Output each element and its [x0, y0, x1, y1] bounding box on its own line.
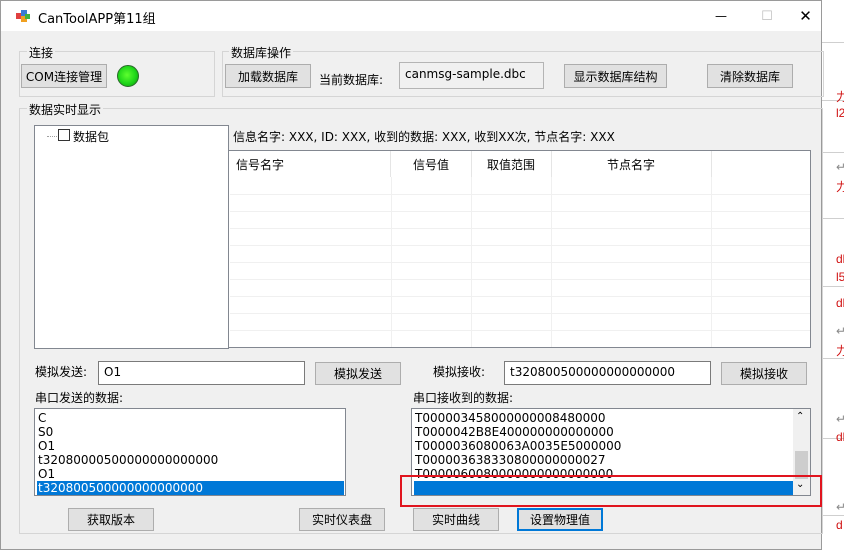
app-window: CanToolAPP第11组 — ☐ ✕ 连接 COM连接管理 数据库操作 加载… [0, 0, 824, 550]
get-version-button[interactable]: 获取版本 [68, 508, 154, 531]
bg-mark: 力 [836, 90, 844, 104]
simulate-send-input[interactable]: O1 [98, 361, 305, 385]
bg-mark: d [836, 518, 843, 532]
minimize-button[interactable]: — [698, 1, 744, 31]
connect-group-label: 连接 [27, 44, 56, 61]
list-item[interactable]: O1 [37, 467, 55, 481]
bg-mark: dl [836, 252, 844, 266]
current-database-label: 当前数据库: [319, 73, 384, 87]
bg-mark: ↵ [836, 412, 844, 426]
bg-mark: ↵ [836, 324, 844, 338]
simulate-receive-label: 模拟接收: [433, 365, 486, 379]
title-bar[interactable]: CanToolAPP第11组 — ☐ ✕ [1, 1, 821, 31]
bg-mark: ↵ [836, 160, 844, 174]
bg-mark: dl [836, 296, 844, 310]
show-database-structure-button[interactable]: 显示数据库结构 [564, 64, 667, 88]
database-group-label: 数据库操作 [229, 44, 294, 61]
minimize-icon: — [715, 9, 727, 23]
realtime-group-label: 数据实时显示 [27, 101, 104, 118]
bg-mark: l2 [836, 106, 844, 120]
load-database-button[interactable]: 加载数据库 [225, 64, 311, 88]
tree-checkbox[interactable] [58, 129, 70, 141]
bg-mark: 力 [836, 180, 844, 194]
list-item[interactable]: T000003458000000008480000 [414, 411, 606, 425]
bg-mark: dl [836, 430, 844, 444]
scroll-up-icon[interactable]: ⌃ [796, 411, 804, 422]
serial-sent-listbox[interactable]: C S0 O1 t32080000500000000000000 O1 t320… [34, 408, 346, 496]
list-item[interactable]: T000003638330800000000027 [414, 453, 606, 467]
realtime-dashboard-button[interactable]: 实时仪表盘 [299, 508, 385, 531]
simulate-receive-button[interactable]: 模拟接收 [721, 362, 807, 385]
background-document: 力 l2 ↵ 力 dl l5 dl ↵ 力 ↵ dl ↵ d [822, 0, 844, 550]
column-signal-value[interactable]: 信号值 [391, 151, 472, 177]
column-node-name[interactable]: 节点名字 [551, 151, 712, 177]
list-item[interactable]: O1 [37, 439, 55, 453]
column-value-range[interactable]: 取值范围 [471, 151, 552, 177]
bg-mark: 力 [836, 344, 844, 358]
serial-sent-label: 串口发送的数据: [35, 391, 124, 405]
connection-status-indicator [117, 65, 139, 87]
close-icon: ✕ [799, 7, 812, 25]
simulate-receive-input[interactable]: t320800500000000000000 [504, 361, 711, 385]
signal-list-view[interactable]: 信号名字 信号值 取值范围 节点名字 [228, 150, 811, 348]
list-item-selected[interactable]: t320800500000000000000 [37, 481, 344, 495]
tree-item-packet[interactable]: 数据包 [73, 128, 109, 145]
realtime-curve-button[interactable]: 实时曲线 [413, 508, 499, 531]
simulate-send-button[interactable]: 模拟发送 [315, 362, 401, 385]
current-database-field[interactable]: canmsg-sample.dbc [399, 62, 544, 89]
highlight-box [400, 475, 822, 507]
window-title: CanToolAPP第11组 [38, 12, 156, 27]
bg-mark: ↵ [836, 500, 844, 514]
list-item[interactable]: t32080000500000000000000 [37, 453, 218, 467]
com-connect-button[interactable]: COM连接管理 [21, 64, 107, 88]
serial-received-label: 串口接收到的数据: [413, 391, 514, 405]
list-item[interactable]: T0000036080063A0035E5000000 [414, 439, 621, 453]
list-item[interactable]: S0 [37, 425, 53, 439]
tree-connector [47, 136, 57, 137]
packet-tree[interactable]: 数据包 [34, 125, 229, 349]
close-button[interactable]: ✕ [790, 1, 821, 31]
maximize-button[interactable]: ☐ [744, 1, 790, 31]
list-item[interactable]: T0000042B8E400000000000000 [414, 425, 614, 439]
bg-mark: l5 [836, 270, 844, 284]
column-signal-name[interactable]: 信号名字 [229, 151, 391, 177]
list-item[interactable]: C [37, 411, 46, 425]
set-physical-value-button[interactable]: 设置物理值 [517, 508, 603, 531]
message-info-line: 信息名字: XXX, ID: XXX, 收到的数据: XXX, 收到XX次, 节… [233, 130, 615, 144]
simulate-send-label: 模拟发送: [35, 365, 88, 379]
app-icon [16, 10, 30, 22]
clear-database-button[interactable]: 清除数据库 [707, 64, 793, 88]
maximize-icon: ☐ [761, 8, 773, 24]
